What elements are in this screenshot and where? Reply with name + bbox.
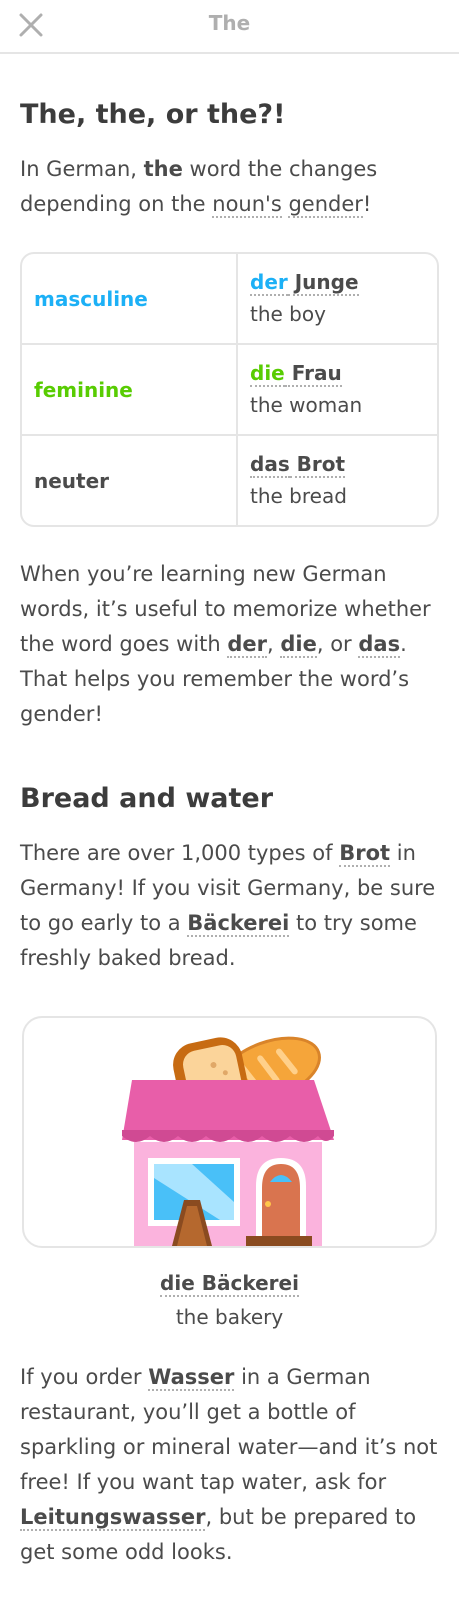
noun-brot[interactable]: Brot [289,452,346,478]
example-gloss: the bread [250,484,347,508]
article-das[interactable]: das [250,452,290,478]
table-row: feminine die Frau the woman [22,343,437,434]
paragraph-text: , or [316,632,359,656]
memorize-paragraph: When you’re learning new German words, i… [20,557,439,732]
intro-paragraph: In German, the word the changes dependin… [20,152,439,222]
example-term: die Frau [250,359,362,387]
bakery-illustration [122,1036,334,1246]
hint-word-brot[interactable]: Brot [339,841,391,867]
hint-word-baeckerei[interactable]: Bäckerei [187,911,290,937]
hint-word-wasser[interactable]: Wasser [148,1365,235,1391]
top-bar: The [0,0,459,54]
hint-word-die[interactable]: die [280,632,317,658]
intro-bold-word: the [143,157,183,181]
section-heading: The, the, or the?! [20,99,286,130]
article-die[interactable]: die [250,361,285,387]
section-heading: Bread and water [20,783,274,814]
hint-word-nouns[interactable]: noun's [212,192,282,218]
example-cell: das Brot the bread [238,436,347,525]
example-gloss: the woman [250,393,363,417]
example-term: der Junge [250,268,359,296]
example-cell: die Frau the woman [238,345,362,434]
hint-word-leitungswasser[interactable]: Leitungswasser [20,1505,206,1531]
caption-gloss: the bakery [175,1305,284,1329]
table-row: neuter das Brot the bread [22,434,437,525]
example-term: das Brot [250,450,347,478]
gender-label-neuter: neuter [22,436,238,525]
hint-word-die-baeckerei[interactable]: die Bäckerei [160,1271,299,1297]
caption-term: die Bäckerei [20,1268,439,1298]
water-paragraph: If you order Wasser in a German restaura… [20,1360,439,1570]
gender-label-feminine: feminine [22,345,238,434]
lesson-content: The, the, or the?! In German, the word t… [0,98,459,1570]
gender-table: masculine der Junge the boy feminine die… [20,252,439,527]
article-der[interactable]: der [250,270,288,296]
bakery-image-card [22,1016,437,1248]
noun-frau[interactable]: Frau [284,361,342,387]
hint-word-der[interactable]: der [227,632,268,658]
noun-junge[interactable]: Junge [287,270,359,296]
hint-word-das[interactable]: das [358,632,401,658]
example-gloss: the boy [250,302,326,326]
image-caption: die Bäckerei the bakery [20,1268,439,1336]
bread-paragraph: There are over 1,000 types of Brot in Ge… [20,836,439,976]
hint-word-gender[interactable]: gender [288,192,363,218]
paragraph-text: , [267,632,281,656]
intro-text: In German, [20,157,144,181]
intro-text: ! [362,192,372,216]
table-row: masculine der Junge the boy [22,254,437,343]
example-cell: der Junge the boy [238,254,359,343]
gender-label-masculine: masculine [22,254,238,343]
paragraph-text: There are over 1,000 types of [20,841,340,865]
page-title: The [208,11,251,35]
paragraph-text: If you order [20,1365,149,1389]
